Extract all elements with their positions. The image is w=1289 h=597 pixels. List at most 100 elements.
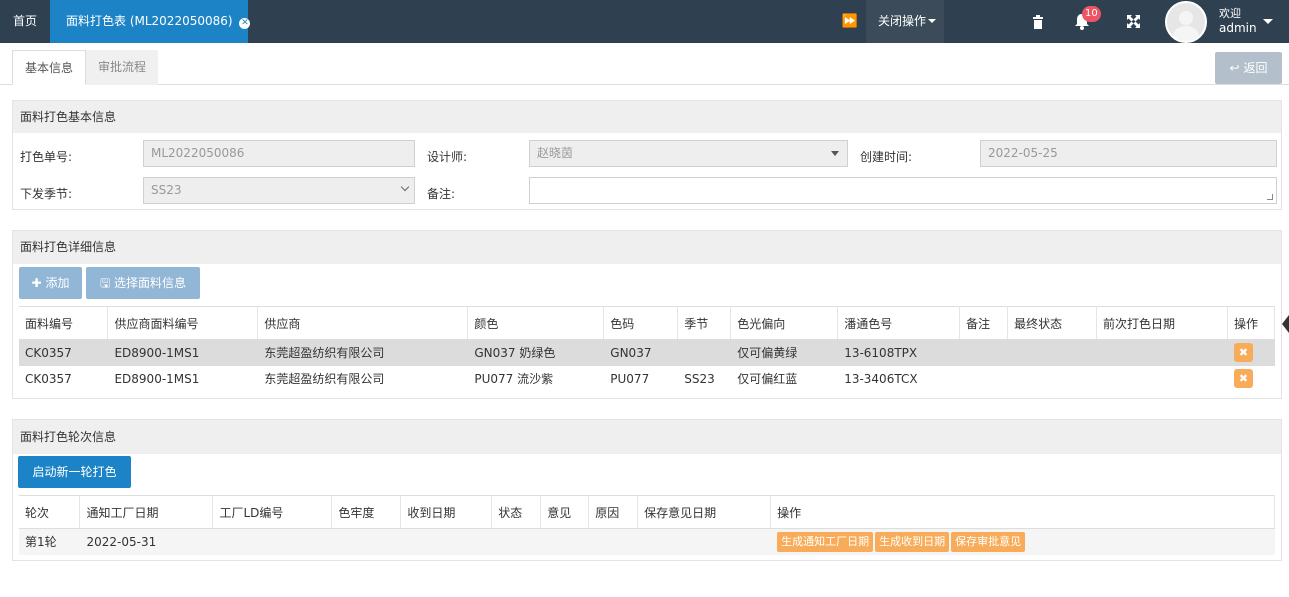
col-header-tone-bias[interactable]: 色光偏向 [730,306,839,340]
top-navbar: 首页 面料打色表 (ML2022050086) ✕ ⏩ 关闭操作 10 欢迎 a… [0,0,1289,43]
cell-reason [589,529,638,555]
designer-label: 设计师: [427,150,468,164]
cell-season [677,339,731,366]
col-header-status[interactable]: 状态 [491,495,542,529]
save-icon: 🖫 [99,276,111,290]
table-header-row: 面料编号 供应商面料编号 供应商 颜色 色码 季节 色光偏向 潘通色号 备注 最… [19,306,1276,340]
fabric-detail-table: 面料编号 供应商面料编号 供应商 颜色 色码 季节 色光偏向 潘通色号 备注 最… [19,306,1276,392]
col-header-save-opinion-date[interactable]: 保存意见日期 [637,495,772,529]
col-header-notify-factory-date[interactable]: 通知工厂日期 [79,495,214,529]
select-fabric-button[interactable]: 🖫 选择面料信息 [86,267,200,299]
col-header-factory-ld-no[interactable]: 工厂LD编号 [212,495,333,529]
col-header-supplier-fabric-no[interactable]: 供应商面料编号 [107,306,259,340]
col-header-opinion[interactable]: 意见 [540,495,590,529]
cell-save-opinion-date [638,529,771,555]
col-header-pantone-no[interactable]: 潘通色号 [837,306,961,340]
cell-season: SS23 [684,371,715,386]
generate-received-date-button[interactable]: 生成收到日期 [875,531,950,552]
back-button[interactable]: ↩ 返回 [1215,52,1282,84]
side-collapse-arrow-icon[interactable] [1282,315,1289,333]
table-header-row: 轮次 通知工厂日期 工厂LD编号 色牢度 收到日期 状态 意见 原因 保存意见日… [19,495,1275,529]
resize-grip-icon[interactable] [1267,194,1273,200]
cell-fabric-no: CK0357 [25,371,72,386]
user-name[interactable]: admin [1219,21,1257,35]
col-header-fabric-no[interactable]: 面料编号 [19,306,109,340]
tab-home[interactable]: 首页 [0,0,50,43]
cell-tone-bias: 仅可偏红蓝 [737,372,798,386]
back-button-label: 返回 [1243,61,1268,75]
select-fabric-button-label: 选择面料信息 [114,276,187,290]
cell-color-code: GN037 [603,339,678,366]
cell-actions: ✖ [1227,339,1275,366]
cell-color-code: PU077 [610,371,650,386]
generate-notify-date-button[interactable]: 生成通知工厂日期 [777,531,874,552]
fullscreen-icon[interactable] [1122,0,1144,43]
tabs-forward-icon[interactable]: ⏩ [836,0,864,43]
delete-row-icon[interactable]: ✖ [1233,343,1253,363]
created-time-label: 创建时间: [860,150,913,164]
tab-approval-flow[interactable]: 审批流程 [86,50,159,85]
col-header-supplier[interactable]: 供应商 [257,306,469,340]
col-header-color[interactable]: 颜色 [467,306,605,340]
trash-icon[interactable] [1028,0,1048,43]
remark-label: 备注: [427,187,456,201]
season-label: 下发季节: [20,187,73,201]
cell-color-fastness [332,529,401,555]
close-tab-icon[interactable]: ✕ [239,18,251,29]
table-row[interactable]: CK0357 ED8900-1MS1 东莞超盈纺织有限公司 GN037 奶绿色 … [19,339,1275,366]
season-select[interactable]: SS23 [143,177,415,204]
add-button-label: 添加 [45,276,70,290]
sub-tabs-bar: 基本信息 审批流程 [0,44,1289,85]
start-new-round-button[interactable]: 启动新一轮打色 [18,456,131,488]
designer-select[interactable]: 赵晓茵 [529,140,848,167]
cell-received-date [401,529,492,555]
user-menu-caret-icon[interactable] [1263,19,1273,24]
chevron-down-icon [400,182,410,192]
cell-pantone-no: 13-3406TCX [844,371,918,386]
table-row[interactable]: 第1轮 2022-05-31 生成通知工厂日期 生成收到日期 保存审批意见 [19,528,1275,555]
col-header-final-status[interactable]: 最终状态 [1007,306,1098,340]
tab-fabric-color-sheet[interactable]: 面料打色表 (ML2022050086) ✕ [50,0,251,43]
cell-last-color-date [1096,339,1228,366]
cell-final-status [1007,339,1097,366]
cell-opinion [541,529,589,555]
save-approval-opinion-button[interactable]: 保存审批意见 [951,531,1026,552]
cell-color: PU077 流沙紫 [474,372,554,386]
col-header-season[interactable]: 季节 [677,306,732,340]
cell-pantone-no: 13-6108TPX [837,339,960,366]
cell-actions: ✖ [1227,366,1274,392]
remark-textarea[interactable] [529,177,1277,204]
cell-supplier-fabric-no: ED8900-1MS1 [107,339,258,366]
delete-row-icon[interactable]: ✖ [1233,369,1253,388]
add-button[interactable]: ✚ 添加 [19,267,82,299]
cell-tone-bias: 仅可偏黄绿 [730,339,838,366]
notifications-button[interactable]: 10 [1072,0,1102,43]
cell-factory-ld-no [213,529,332,555]
col-header-received-date[interactable]: 收到日期 [400,495,493,529]
col-header-round[interactable]: 轮次 [19,495,81,529]
col-header-color-fastness[interactable]: 色牢度 [331,495,402,529]
tab-basic-info[interactable]: 基本信息 [12,50,87,85]
col-header-color-code[interactable]: 色码 [603,306,679,340]
col-header-reason[interactable]: 原因 [588,495,639,529]
designer-value: 赵晓茵 [537,146,574,160]
close-operations-label: 关闭操作 [878,14,927,28]
season-value: SS23 [151,183,182,197]
cell-color: GN037 奶绿色 [467,339,604,366]
notification-count-badge: 10 [1082,6,1101,22]
col-header-actions: 操作 [1227,306,1276,340]
basic-info-title: 面料打色基本信息 [13,101,1281,133]
cell-actions: 生成通知工厂日期 生成收到日期 保存审批意见 [771,529,1275,555]
cell-remark [959,339,1008,366]
col-header-remark[interactable]: 备注 [959,306,1009,340]
order-no-field[interactable]: ML2022050086 [143,140,415,167]
caret-down-icon [831,151,839,156]
basic-info-panel: 面料打色基本信息 打色单号: ML2022050086 设计师: 赵晓茵 创建时… [12,100,1282,210]
col-header-last-color-date[interactable]: 前次打色日期 [1096,306,1228,340]
caret-down-icon [928,19,937,23]
created-time-field[interactable]: 2022-05-25 [980,140,1277,167]
table-row[interactable]: CK0357 ED8900-1MS1 东莞超盈纺织有限公司 PU077 流沙紫 … [19,366,1275,392]
avatar[interactable] [1165,1,1207,43]
cell-last-color-date [1097,366,1228,392]
close-operations-dropdown[interactable]: 关闭操作 [866,0,944,43]
